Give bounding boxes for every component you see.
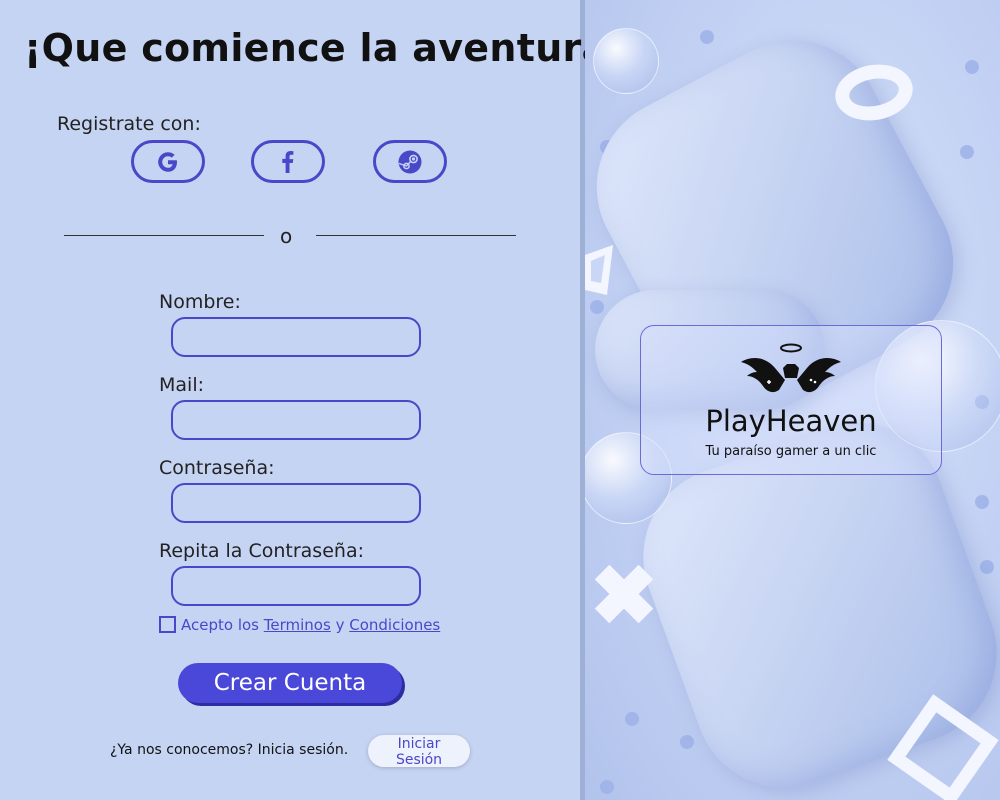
mail-label: Mail: bbox=[159, 374, 204, 396]
repeat-password-input[interactable] bbox=[171, 566, 421, 606]
conditions-link[interactable]: Condiciones bbox=[349, 616, 440, 634]
password-input[interactable] bbox=[171, 483, 421, 523]
terms-and: y bbox=[335, 616, 345, 634]
separator-left bbox=[64, 235, 264, 236]
name-label: Nombre: bbox=[159, 291, 241, 313]
facebook-icon bbox=[282, 150, 294, 173]
repeat-password-label: Repita la Contraseña: bbox=[159, 540, 364, 562]
brand-card: PlayHeaven Tu paraíso gamer a un clic bbox=[640, 325, 942, 475]
google-signup-button[interactable] bbox=[131, 140, 205, 183]
separator-right bbox=[316, 235, 516, 236]
page-title: ¡Que comience la aventura! bbox=[24, 26, 626, 70]
register-with-label: Registrate con: bbox=[57, 113, 201, 135]
facebook-signup-button[interactable] bbox=[251, 140, 325, 183]
login-question: ¿Ya nos conocemos? Inicia sesión. bbox=[110, 742, 349, 758]
create-account-button[interactable]: Crear Cuenta bbox=[178, 663, 402, 703]
brand-tagline: Tu paraíso gamer a un clic bbox=[705, 444, 877, 459]
login-button[interactable]: Iniciar Sesión bbox=[368, 735, 470, 768]
name-input[interactable] bbox=[171, 317, 421, 357]
terms-checkbox[interactable] bbox=[159, 616, 176, 633]
or-separator-label: o bbox=[280, 224, 293, 248]
cross-shape bbox=[585, 555, 663, 633]
brand-name: PlayHeaven bbox=[705, 404, 877, 438]
mail-input[interactable] bbox=[171, 400, 421, 440]
terms-prefix: Acepto los bbox=[181, 616, 259, 634]
triangle-shape bbox=[585, 245, 615, 300]
playheaven-logo-icon bbox=[741, 343, 841, 393]
steam-icon bbox=[398, 150, 422, 173]
terms-text: Acepto los Terminos y Condiciones bbox=[181, 616, 440, 634]
terms-link[interactable]: Terminos bbox=[264, 616, 331, 634]
steam-signup-button[interactable] bbox=[373, 140, 447, 183]
google-icon bbox=[158, 151, 177, 172]
password-label: Contraseña: bbox=[159, 457, 275, 479]
